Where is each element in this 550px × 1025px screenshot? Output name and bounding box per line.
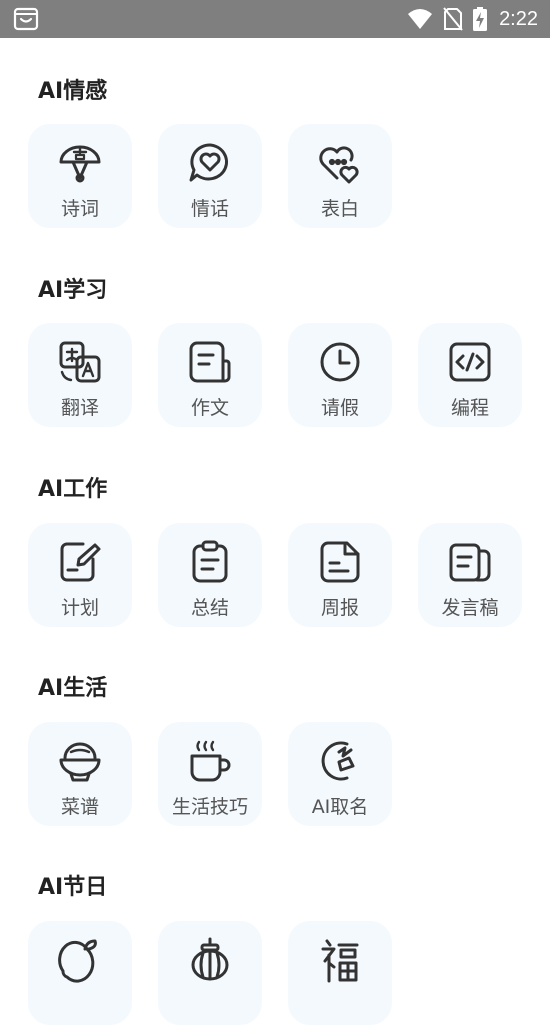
tile-confession[interactable]: 表白	[288, 124, 392, 228]
translate-icon	[57, 339, 103, 385]
tile-summary[interactable]: 总结	[158, 523, 262, 627]
code-icon	[447, 339, 493, 385]
tile-speech-draft[interactable]: 发言稿	[418, 523, 522, 627]
tile-festival-1[interactable]	[28, 921, 132, 1025]
tile-label: 编程	[450, 397, 489, 419]
edit-note-icon	[57, 539, 103, 585]
bowl-icon	[57, 738, 103, 784]
tile-label: 生活技巧	[171, 796, 248, 818]
tile-label: 表白	[320, 198, 359, 220]
battery-charging-icon	[473, 7, 488, 31]
clipboard-icon	[187, 539, 233, 585]
tile-label: 翻译	[60, 397, 99, 419]
tile-label: 情话	[190, 198, 229, 220]
status-time: 2:22	[499, 7, 538, 30]
tile-leave[interactable]: 请假	[288, 323, 392, 427]
section-title-work: AI工作	[38, 477, 108, 502]
no-sim-icon	[443, 7, 463, 31]
section-title-emotion: AI情感	[38, 79, 108, 104]
mango-icon	[57, 937, 103, 983]
tile-label: 计划	[60, 597, 99, 619]
tile-label: 发言稿	[441, 597, 499, 619]
tile-poetry[interactable]: 诗词	[28, 124, 132, 228]
tile-translate[interactable]: 翻译	[28, 323, 132, 427]
fu-icon	[317, 937, 363, 983]
tile-label: 总结	[190, 597, 229, 619]
tile-festival-2[interactable]	[158, 921, 262, 1025]
tile-ai-naming[interactable]: AI取名	[288, 722, 392, 826]
tile-plan[interactable]: 计划	[28, 523, 132, 627]
tile-festival-3[interactable]	[288, 921, 392, 1025]
tile-life-tips[interactable]: 生活技巧	[158, 722, 262, 826]
section-title-study: AI学习	[38, 278, 108, 303]
essay-icon	[187, 339, 233, 385]
document-icon	[317, 539, 363, 585]
tile-essay[interactable]: 作文	[158, 323, 262, 427]
status-bar: 2:22	[0, 0, 550, 38]
tile-label: 请假	[320, 397, 359, 419]
tile-weekly-report[interactable]: 周报	[288, 523, 392, 627]
notes-icon	[447, 539, 493, 585]
tile-label: 作文	[190, 397, 229, 419]
heart-chat-icon	[187, 140, 233, 186]
app-notification-icon	[13, 6, 39, 32]
tile-recipe[interactable]: 菜谱	[28, 722, 132, 826]
cup-icon	[187, 738, 233, 784]
tile-label: 菜谱	[60, 796, 99, 818]
section-title-life: AI生活	[38, 676, 108, 701]
tile-label: AI取名	[311, 796, 369, 818]
fan-icon	[57, 140, 103, 186]
tile-label: 诗词	[60, 198, 99, 220]
hearts-icon	[317, 140, 363, 186]
tile-label: 周报	[320, 597, 359, 619]
tile-coding[interactable]: 编程	[418, 323, 522, 427]
clock-icon	[317, 339, 363, 385]
tile-love-talk[interactable]: 情话	[158, 124, 262, 228]
wifi-icon	[407, 8, 433, 30]
name-seal-icon	[317, 738, 363, 784]
lantern-icon	[187, 937, 233, 983]
section-title-festival: AI节日	[38, 875, 108, 900]
